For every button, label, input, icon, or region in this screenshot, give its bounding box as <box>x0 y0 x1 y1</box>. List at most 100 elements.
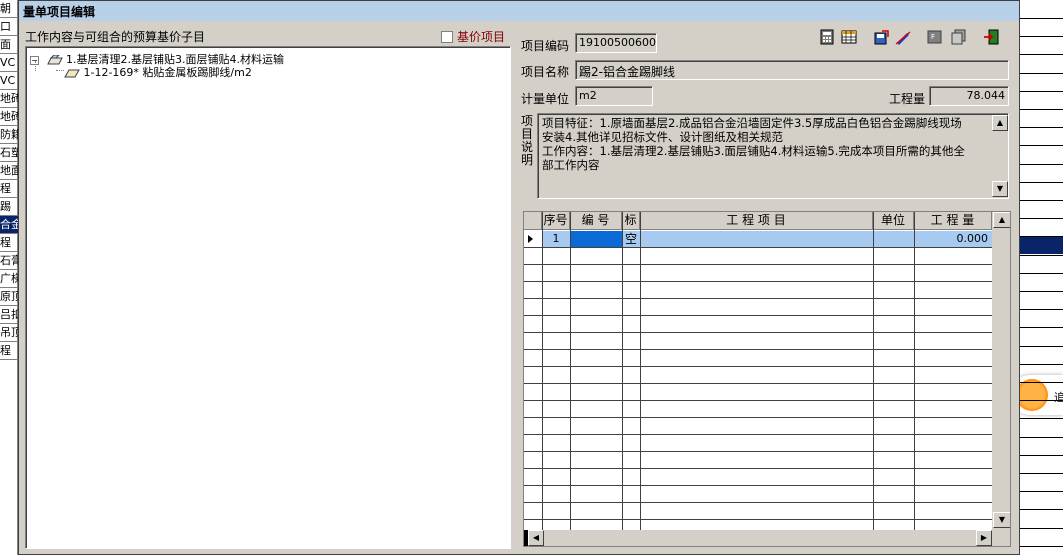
exit-icon[interactable] <box>983 29 1001 47</box>
grid-header-no[interactable]: 序号 <box>542 212 570 230</box>
tree-folder-icon <box>46 54 63 65</box>
grid-column-line <box>622 212 623 530</box>
scroll-right-icon[interactable]: ▶ <box>976 530 992 546</box>
dialog-title-bar[interactable]: 量单项目编辑 <box>19 1 1019 21</box>
unit-field[interactable]: m2 <box>575 86 653 106</box>
grid-cell-unit[interactable] <box>874 231 914 247</box>
tree-node-child[interactable]: 1-12-169* 粘贴金属板踢脚线/m2 <box>64 64 252 80</box>
description-line: 部工作内容 <box>542 158 600 172</box>
doc-icon[interactable]: F <box>927 29 945 47</box>
background-grid-line <box>1020 546 1063 547</box>
background-row: VC <box>0 72 18 90</box>
grid-row-line <box>524 400 992 401</box>
grid-row-line <box>524 434 992 435</box>
pen-icon[interactable] <box>895 29 913 47</box>
quantity-field[interactable]: 78.044 <box>929 86 1009 106</box>
background-row: 程 <box>0 180 18 198</box>
background-grid-line <box>1020 54 1063 55</box>
code-field[interactable]: 191005006001 <box>575 33 657 53</box>
grid-header-code[interactable]: 编 号 <box>570 212 622 230</box>
background-row: 广梯 <box>0 270 18 288</box>
background-row: 踢 <box>0 198 18 216</box>
grid-header-flag[interactable]: 标 <box>622 212 640 230</box>
name-field[interactable]: 踢2-铝合金踢脚线 <box>575 60 1009 80</box>
scroll-up-icon[interactable]: ▲ <box>992 115 1008 131</box>
background-row: 石塑 <box>0 144 18 162</box>
grid-row-line <box>524 366 992 367</box>
background-grid-line <box>1020 364 1063 365</box>
save-edit-icon[interactable] <box>873 29 891 47</box>
grid-row-line <box>524 281 992 282</box>
background-row: 地面 <box>0 162 18 180</box>
calculator-icon[interactable] <box>819 29 837 47</box>
base-price-checkbox[interactable]: 基价项目 <box>441 28 505 45</box>
quantity-label: 工程量 <box>889 92 926 106</box>
grid-column-line <box>914 212 915 530</box>
background-grid-line <box>1020 509 1063 510</box>
grid-cell-qty[interactable]: 0.000 <box>914 231 989 247</box>
description-field[interactable]: 项目特征：1.原墙面基层2.成品铝合金沿墙固定件3.5厚成品白色铝合金踢脚线现场… <box>537 113 1009 199</box>
grid-horizontal-scrollbar[interactable]: ◀ ▶ <box>524 530 1010 546</box>
grid-row-line <box>524 315 992 316</box>
background-grid-line <box>1020 255 1063 256</box>
grid-row-line <box>524 502 992 503</box>
background-grid-line <box>1020 528 1063 529</box>
grid-row-line <box>524 247 992 248</box>
grid-cell-code[interactable] <box>572 231 622 247</box>
grid-row-line <box>524 332 992 333</box>
background-grid-line <box>1020 400 1063 401</box>
work-content-tree[interactable]: − 1.基层清理2.基层铺贴3.面层铺贴4.材料运输 1-12-169* 粘贴金… <box>25 46 511 549</box>
background-grid-line <box>1020 382 1063 383</box>
background-grid-line <box>1020 291 1063 292</box>
scroll-down-icon[interactable]: ▼ <box>992 181 1008 197</box>
background-row: 程 <box>0 234 18 252</box>
description-line: 安装4.其他详见招标文件、设计图纸及相关规范 <box>542 130 783 144</box>
background-selected-row <box>1020 236 1063 254</box>
unit-label: 计量单位 <box>521 92 570 106</box>
work-content-title: 工作内容与可组合的预算基价子目 <box>25 30 206 44</box>
tree-item-icon <box>64 68 80 78</box>
background-grid-line <box>1020 200 1063 201</box>
grid-row-line <box>524 383 992 384</box>
grid-cell-flag[interactable]: 空 <box>622 231 640 247</box>
svg-text:F: F <box>931 33 935 41</box>
background-grid-line <box>1020 327 1063 328</box>
description-label: 项 目 说 明 <box>521 114 534 167</box>
work-content-header: 工作内容与可组合的预算基价子目 基价项目 <box>21 23 515 45</box>
background-grid-line <box>1020 218 1063 219</box>
scroll-left-icon[interactable]: ◀ <box>528 530 544 546</box>
tree-node-child-label: 1-12-169* 粘贴金属板踢脚线/m2 <box>83 66 252 79</box>
grid-column-line <box>542 212 543 530</box>
background-row: 地砖 <box>0 90 18 108</box>
background-grid-line <box>1020 346 1063 347</box>
background-grid-line <box>1020 109 1063 110</box>
base-price-checkbox-box[interactable] <box>441 30 453 43</box>
scroll-up-icon[interactable]: ▲ <box>993 212 1010 228</box>
background-row: 地砖 <box>0 108 18 126</box>
background-row: 朝 <box>0 0 18 18</box>
scroll-down-icon[interactable]: ▼ <box>993 512 1010 528</box>
background-grid-line <box>1020 36 1063 37</box>
grid-header-qty[interactable]: 工 程 量 <box>914 212 992 230</box>
grid-header-unit[interactable]: 单位 <box>873 212 914 230</box>
grid-row-line <box>524 519 992 520</box>
grid-header-item[interactable]: 工 程 项 目 <box>640 212 873 230</box>
background-grid-line <box>1020 473 1063 474</box>
description-scrollbar[interactable]: ▲ ▼ <box>991 115 1008 197</box>
grid-row-line <box>524 264 992 265</box>
grid-icon[interactable] <box>841 29 859 47</box>
background-row: 面 <box>0 36 18 54</box>
background-left-column: 朝口面VCVC地砖地砖防籍石塑地面程踢合金程石膏广梯原顶吕扣吊顶程 <box>0 0 18 555</box>
grid-corner <box>524 530 528 546</box>
background-grid-line <box>1020 236 1063 237</box>
grid-column-line <box>570 212 571 530</box>
item-grid[interactable]: 序号 编 号 标 工 程 项 目 单位 工 程 量 1 空 0.000 ▲ ▼ … <box>523 211 1011 547</box>
background-row: 防籍 <box>0 126 18 144</box>
background-grid-line <box>1020 145 1063 146</box>
background-row: 原顶 <box>0 288 18 306</box>
grid-cell-item[interactable] <box>642 231 872 247</box>
grid-vertical-scrollbar[interactable]: ▲ ▼ <box>992 212 1010 530</box>
copy-icon[interactable] <box>951 29 969 47</box>
assistant-widget-text: 追 <box>1054 391 1063 404</box>
background-row: 吕扣 <box>0 306 18 324</box>
